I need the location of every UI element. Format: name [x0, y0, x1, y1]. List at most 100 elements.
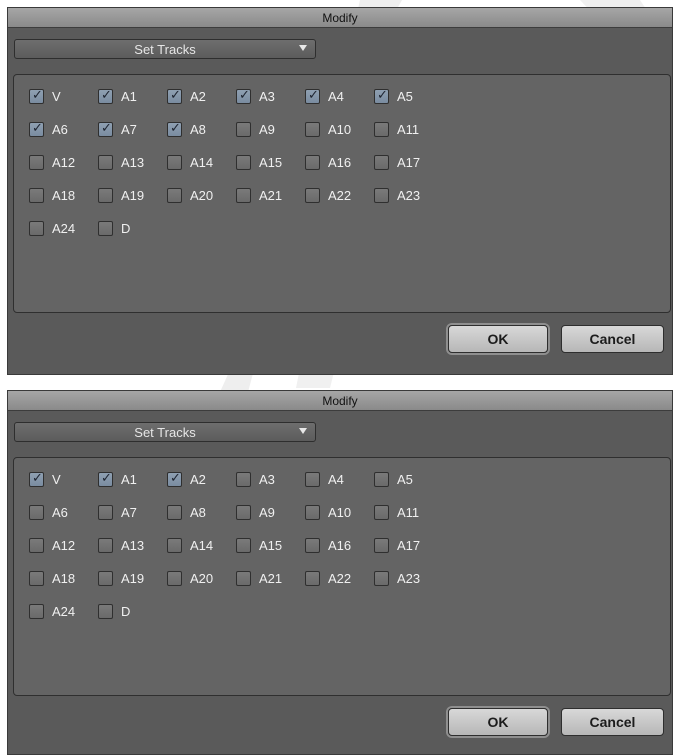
ok-button[interactable]: OK: [448, 325, 548, 353]
track-checkbox-a9[interactable]: A9: [236, 503, 275, 521]
track-checkbox-v[interactable]: V: [29, 87, 61, 105]
track-checkbox-v[interactable]: V: [29, 470, 61, 488]
track-checkbox-a5[interactable]: A5: [374, 470, 413, 488]
track-checkbox-a14[interactable]: A14: [167, 153, 213, 171]
track-checkbox-a24[interactable]: A24: [29, 602, 75, 620]
track-checkbox-a16[interactable]: A16: [305, 153, 351, 171]
checkbox-box[interactable]: [236, 471, 251, 487]
track-checkbox-a3[interactable]: A3: [236, 87, 275, 105]
checkmark-icon[interactable]: [167, 88, 182, 104]
track-checkbox-a2[interactable]: A2: [167, 470, 206, 488]
track-checkbox-a6[interactable]: A6: [29, 120, 68, 138]
track-checkbox-a4[interactable]: A4: [305, 470, 344, 488]
track-checkbox-a6[interactable]: A6: [29, 503, 68, 521]
checkmark-icon[interactable]: [98, 88, 113, 104]
track-checkbox-a4[interactable]: A4: [305, 87, 344, 105]
track-checkbox-a18[interactable]: A18: [29, 186, 75, 204]
set-tracks-dropdown[interactable]: Set Tracks: [14, 422, 316, 442]
checkbox-box[interactable]: [305, 570, 320, 586]
track-checkbox-a8[interactable]: A8: [167, 120, 206, 138]
checkmark-icon[interactable]: [98, 121, 113, 137]
checkmark-icon[interactable]: [29, 88, 44, 104]
track-checkbox-a17[interactable]: A17: [374, 536, 420, 554]
track-checkbox-a13[interactable]: A13: [98, 153, 144, 171]
track-checkbox-a17[interactable]: A17: [374, 153, 420, 171]
checkbox-box[interactable]: [236, 121, 251, 137]
cancel-button[interactable]: Cancel: [561, 325, 664, 353]
track-checkbox-a9[interactable]: A9: [236, 120, 275, 138]
checkbox-box[interactable]: [98, 220, 113, 236]
checkbox-box[interactable]: [167, 154, 182, 170]
track-checkbox-a3[interactable]: A3: [236, 470, 275, 488]
checkbox-box[interactable]: [236, 504, 251, 520]
set-tracks-dropdown[interactable]: Set Tracks: [14, 39, 316, 59]
ok-button[interactable]: OK: [448, 708, 548, 736]
track-checkbox-a19[interactable]: A19: [98, 569, 144, 587]
track-checkbox-a24[interactable]: A24: [29, 219, 75, 237]
checkbox-box[interactable]: [29, 220, 44, 236]
track-checkbox-a14[interactable]: A14: [167, 536, 213, 554]
checkbox-box[interactable]: [98, 504, 113, 520]
track-checkbox-a23[interactable]: A23: [374, 186, 420, 204]
checkbox-box[interactable]: [305, 471, 320, 487]
checkmark-icon[interactable]: [167, 121, 182, 137]
checkbox-box[interactable]: [29, 570, 44, 586]
track-checkbox-a10[interactable]: A10: [305, 503, 351, 521]
checkbox-box[interactable]: [236, 187, 251, 203]
checkbox-box[interactable]: [305, 537, 320, 553]
track-checkbox-a20[interactable]: A20: [167, 186, 213, 204]
track-checkbox-a1[interactable]: A1: [98, 87, 137, 105]
checkbox-box[interactable]: [374, 471, 389, 487]
track-checkbox-d[interactable]: D: [98, 602, 130, 620]
checkmark-icon[interactable]: [29, 121, 44, 137]
checkbox-box[interactable]: [236, 537, 251, 553]
checkbox-box[interactable]: [374, 537, 389, 553]
track-checkbox-a5[interactable]: A5: [374, 87, 413, 105]
checkbox-box[interactable]: [374, 154, 389, 170]
checkbox-box[interactable]: [374, 187, 389, 203]
track-checkbox-d[interactable]: D: [98, 219, 130, 237]
track-checkbox-a15[interactable]: A15: [236, 153, 282, 171]
checkbox-box[interactable]: [98, 537, 113, 553]
checkbox-box[interactable]: [374, 504, 389, 520]
track-checkbox-a8[interactable]: A8: [167, 503, 206, 521]
cancel-button[interactable]: Cancel: [561, 708, 664, 736]
checkbox-box[interactable]: [98, 603, 113, 619]
checkmark-icon[interactable]: [29, 471, 44, 487]
checkbox-box[interactable]: [98, 187, 113, 203]
track-checkbox-a21[interactable]: A21: [236, 569, 282, 587]
checkmark-icon[interactable]: [98, 471, 113, 487]
checkmark-icon[interactable]: [374, 88, 389, 104]
checkbox-box[interactable]: [29, 187, 44, 203]
track-checkbox-a23[interactable]: A23: [374, 569, 420, 587]
track-checkbox-a22[interactable]: A22: [305, 186, 351, 204]
track-checkbox-a16[interactable]: A16: [305, 536, 351, 554]
track-checkbox-a10[interactable]: A10: [305, 120, 351, 138]
checkbox-box[interactable]: [29, 154, 44, 170]
checkbox-box[interactable]: [29, 603, 44, 619]
checkbox-box[interactable]: [305, 504, 320, 520]
checkbox-box[interactable]: [29, 504, 44, 520]
checkbox-box[interactable]: [167, 187, 182, 203]
checkbox-box[interactable]: [374, 570, 389, 586]
track-checkbox-a15[interactable]: A15: [236, 536, 282, 554]
checkbox-box[interactable]: [167, 570, 182, 586]
checkmark-icon[interactable]: [305, 88, 320, 104]
track-checkbox-a19[interactable]: A19: [98, 186, 144, 204]
track-checkbox-a11[interactable]: A11: [374, 120, 419, 138]
checkbox-box[interactable]: [236, 570, 251, 586]
checkmark-icon[interactable]: [167, 471, 182, 487]
track-checkbox-a13[interactable]: A13: [98, 536, 144, 554]
checkbox-box[interactable]: [167, 537, 182, 553]
track-checkbox-a7[interactable]: A7: [98, 120, 137, 138]
track-checkbox-a18[interactable]: A18: [29, 569, 75, 587]
track-checkbox-a7[interactable]: A7: [98, 503, 137, 521]
track-checkbox-a12[interactable]: A12: [29, 536, 75, 554]
checkmark-icon[interactable]: [236, 88, 251, 104]
checkbox-box[interactable]: [98, 570, 113, 586]
track-checkbox-a20[interactable]: A20: [167, 569, 213, 587]
checkbox-box[interactable]: [374, 121, 389, 137]
track-checkbox-a2[interactable]: A2: [167, 87, 206, 105]
track-checkbox-a11[interactable]: A11: [374, 503, 419, 521]
track-checkbox-a22[interactable]: A22: [305, 569, 351, 587]
